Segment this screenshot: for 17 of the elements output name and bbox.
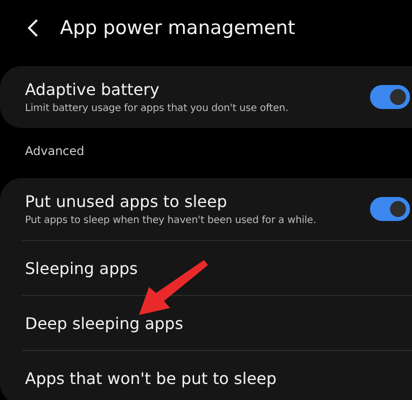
settings-item[interactable]: Deep sleeping apps — [0, 296, 412, 350]
item-title: Apps that won't be put to sleep — [25, 368, 277, 388]
toggle-switch[interactable] — [370, 85, 410, 109]
settings-item[interactable]: Adaptive battery Limit battery usage for apps that you don't use often. — [0, 66, 412, 128]
settings-item[interactable]: Put unused apps to sleep Put apps to sleep when they haven't been used for a while. — [0, 178, 412, 240]
settings-item[interactable]: Apps that won't be put to sleep — [0, 351, 412, 400]
item-title: Adaptive battery — [25, 80, 160, 99]
item-description: Limit battery usage for apps that you don't use often. — [25, 103, 288, 114]
toggle-switch[interactable] — [370, 197, 410, 221]
item-description: Put apps to sleep when they haven't been used for a while. — [25, 215, 316, 226]
page-title: App power management — [60, 17, 296, 39]
item-title: Sleeping apps — [25, 258, 138, 278]
item-title: Deep sleeping apps — [25, 314, 184, 332]
section-heading: Advanced — [24, 143, 86, 160]
settings-item[interactable]: Sleeping apps — [0, 241, 412, 295]
back-icon[interactable] — [26, 18, 40, 38]
item-title: Put unused apps to sleep — [25, 192, 228, 211]
